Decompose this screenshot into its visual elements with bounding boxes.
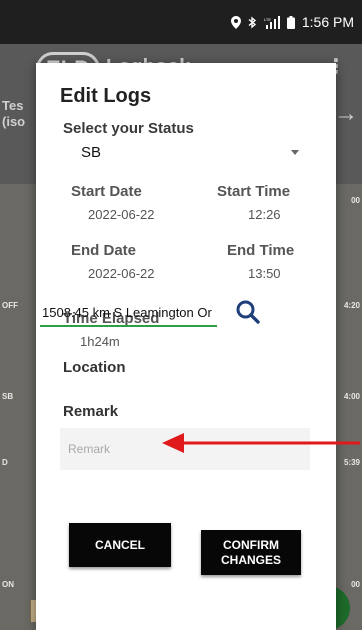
location-input[interactable] xyxy=(40,299,217,327)
dialog-title: Edit Logs xyxy=(60,85,152,107)
location-label: Location xyxy=(63,359,126,376)
end-time-label: End Time xyxy=(227,242,295,259)
status-value: SB xyxy=(81,144,102,161)
status-dropdown[interactable]: SB xyxy=(63,136,311,166)
confirm-changes-button[interactable]: CONFIRM CHANGES xyxy=(201,530,301,575)
status-label: Select your Status xyxy=(63,120,194,137)
search-location-button[interactable] xyxy=(231,297,265,331)
remark-input[interactable] xyxy=(60,428,310,470)
chevron-down-icon xyxy=(291,150,299,155)
status-icons: LTE 1:56 PM xyxy=(230,14,354,30)
start-time-label: Start Time xyxy=(217,183,291,200)
start-date-value[interactable]: 2022-06-22 xyxy=(88,207,155,222)
status-time: 1:56 PM xyxy=(301,14,354,30)
next-day-arrow-icon[interactable]: → xyxy=(334,100,358,128)
location-pin-icon xyxy=(230,15,241,29)
bluetooth-icon xyxy=(248,16,257,29)
lte-signal-icon: LTE xyxy=(264,15,280,29)
end-date-value[interactable]: 2022-06-22 xyxy=(88,266,155,281)
svg-text:LTE: LTE xyxy=(264,17,271,22)
end-time-value[interactable]: 13:50 xyxy=(248,266,281,281)
start-time-value[interactable]: 12:26 xyxy=(248,207,281,222)
cancel-button[interactable]: CANCEL xyxy=(69,523,171,567)
end-date-label: End Date xyxy=(71,242,137,259)
battery-icon xyxy=(286,15,295,29)
start-date-label: Start Date xyxy=(71,183,142,200)
remark-label: Remark xyxy=(63,403,119,420)
search-icon xyxy=(235,299,261,330)
elapsed-value: 1h24m xyxy=(80,334,120,349)
status-bar: LTE 1:56 PM xyxy=(0,0,362,44)
